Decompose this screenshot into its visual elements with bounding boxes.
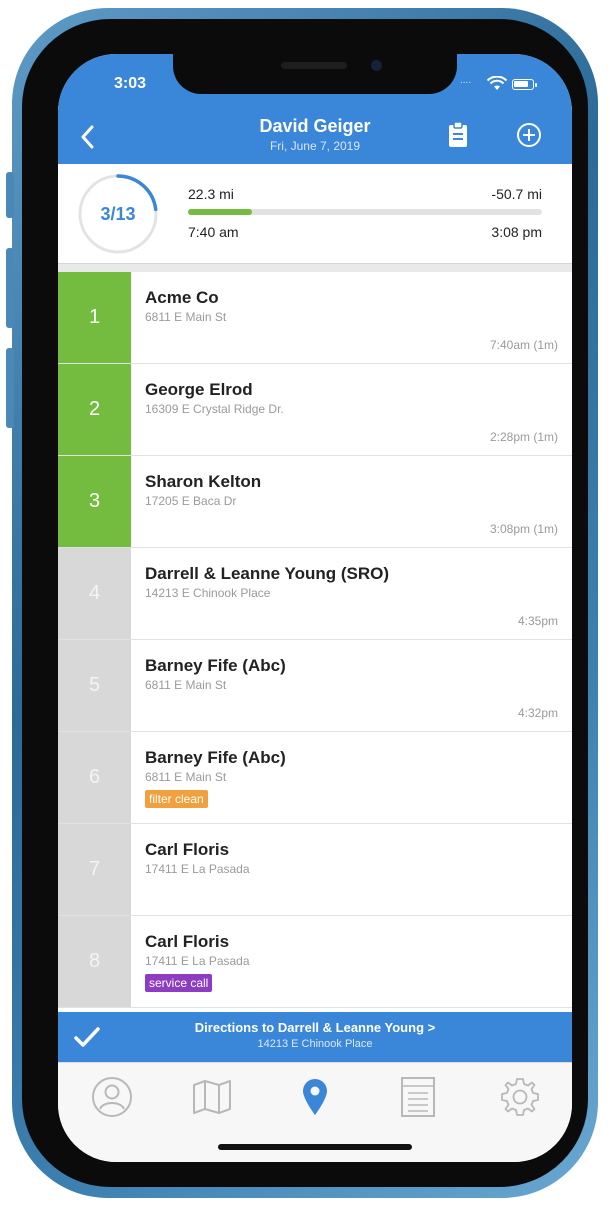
stop-name: Carl Floris <box>145 840 230 859</box>
stop-name: Barney Fife (Abc) <box>145 748 286 767</box>
section-divider <box>58 264 572 272</box>
stop-time: 7:40am (1m) <box>489 338 558 352</box>
volume-up-button <box>6 248 14 328</box>
stop-tag: service call <box>145 974 213 992</box>
route-progress-bar <box>188 209 542 215</box>
plus-circle-icon[interactable] <box>516 122 542 148</box>
home-indicator <box>218 1144 412 1150</box>
signal-dots: .... <box>460 75 472 86</box>
stop-name: Carl Floris <box>145 932 230 951</box>
tab-route[interactable] <box>291 1073 339 1121</box>
app-screen: 3:03 .... David Geiger Fri, June 7, 2019 <box>58 54 572 1162</box>
directions-title: Directions to Darrell & Leanne Young > <box>194 1020 436 1035</box>
stop-number: 6 <box>58 732 131 823</box>
distance-completed: 22.3 mi <box>188 186 234 202</box>
stop-row[interactable]: 2 George Elrod 16309 E Crystal Ridge Dr.… <box>58 364 572 456</box>
side-button <box>6 172 14 218</box>
stop-list: 1 Acme Co 6811 E Main St 7:40am (1m) 2 G… <box>58 272 572 1008</box>
start-time: 7:40 am <box>188 224 239 240</box>
notch <box>173 54 457 94</box>
distance-remaining: -50.7 mi <box>491 186 542 202</box>
stop-row[interactable]: 6 Barney Fife (Abc) 6811 E Main St filte… <box>58 732 572 824</box>
stop-address: 17411 E La Pasada <box>145 954 250 968</box>
stop-number: 2 <box>58 364 131 455</box>
route-progress-fill <box>188 209 252 215</box>
tab-list[interactable] <box>394 1073 442 1121</box>
stop-address: 6811 E Main St <box>145 678 227 692</box>
stop-time: 2:28pm (1m) <box>489 430 558 444</box>
stop-time: 3:08pm (1m) <box>489 522 558 536</box>
page-title: David Geiger <box>259 116 371 136</box>
page-date: Fri, June 7, 2019 <box>269 139 361 153</box>
stop-number: 1 <box>58 272 131 363</box>
stop-tag: filter clean <box>145 790 208 808</box>
stop-number: 4 <box>58 548 131 639</box>
stop-row[interactable]: 7 Carl Floris 17411 E La Pasada <box>58 824 572 916</box>
clipboard-icon[interactable] <box>448 122 468 148</box>
stop-number: 7 <box>58 824 131 915</box>
stop-row[interactable]: 3 Sharon Kelton 17205 E Baca Dr 3:08pm (… <box>58 456 572 548</box>
stop-address: 14213 E Chinook Place <box>145 586 271 600</box>
battery-icon <box>512 79 537 90</box>
route-summary: 3/13 22.3 mi -50.7 mi 7:40 am 3:08 pm <box>58 164 572 264</box>
stop-name: Darrell & Leanne Young (SRO) <box>145 564 390 583</box>
location-pin-icon <box>303 1079 327 1115</box>
wifi-icon <box>487 76 507 90</box>
map-icon <box>193 1080 231 1114</box>
progress-count: 3/13 <box>100 203 136 224</box>
stop-address: 6811 E Main St <box>145 310 227 324</box>
stop-time: 4:35pm <box>517 614 558 628</box>
tab-customers[interactable] <box>88 1073 136 1121</box>
stop-address: 16309 E Crystal Ridge Dr. <box>145 402 284 416</box>
stop-name: George Elrod <box>145 380 253 399</box>
stop-number: 3 <box>58 456 131 547</box>
stop-row[interactable]: 1 Acme Co 6811 E Main St 7:40am (1m) <box>58 272 572 364</box>
stop-name: Barney Fife (Abc) <box>145 656 286 675</box>
directions-bar[interactable]: Directions to Darrell & Leanne Young > 1… <box>58 1012 572 1062</box>
stop-number: 8 <box>58 916 131 1007</box>
stop-row[interactable]: 8 Carl Floris 17411 E La Pasada service … <box>58 916 572 1008</box>
stop-name: Acme Co <box>145 288 219 307</box>
stop-row[interactable]: 5 Barney Fife (Abc) 6811 E Main St 4:32p… <box>58 640 572 732</box>
gear-icon <box>501 1078 539 1116</box>
stop-time: 4:32pm <box>517 706 558 720</box>
stop-name: Sharon Kelton <box>145 472 262 491</box>
person-icon <box>92 1077 132 1117</box>
status-time: 3:03 <box>114 75 147 92</box>
stop-row[interactable]: 4 Darrell & Leanne Young (SRO) 14213 E C… <box>58 548 572 640</box>
stop-address: 17411 E La Pasada <box>145 862 250 876</box>
front-camera <box>371 60 382 71</box>
speaker <box>281 62 347 69</box>
directions-address: 14213 E Chinook Place <box>257 1038 373 1050</box>
stop-address: 6811 E Main St <box>145 770 227 784</box>
stop-number: 5 <box>58 640 131 731</box>
tab-settings[interactable] <box>496 1073 544 1121</box>
end-time: 3:08 pm <box>491 224 542 240</box>
tab-map[interactable] <box>188 1073 236 1121</box>
list-icon <box>401 1077 435 1117</box>
volume-down-button <box>6 348 14 428</box>
stop-address: 17205 E Baca Dr <box>145 494 237 508</box>
